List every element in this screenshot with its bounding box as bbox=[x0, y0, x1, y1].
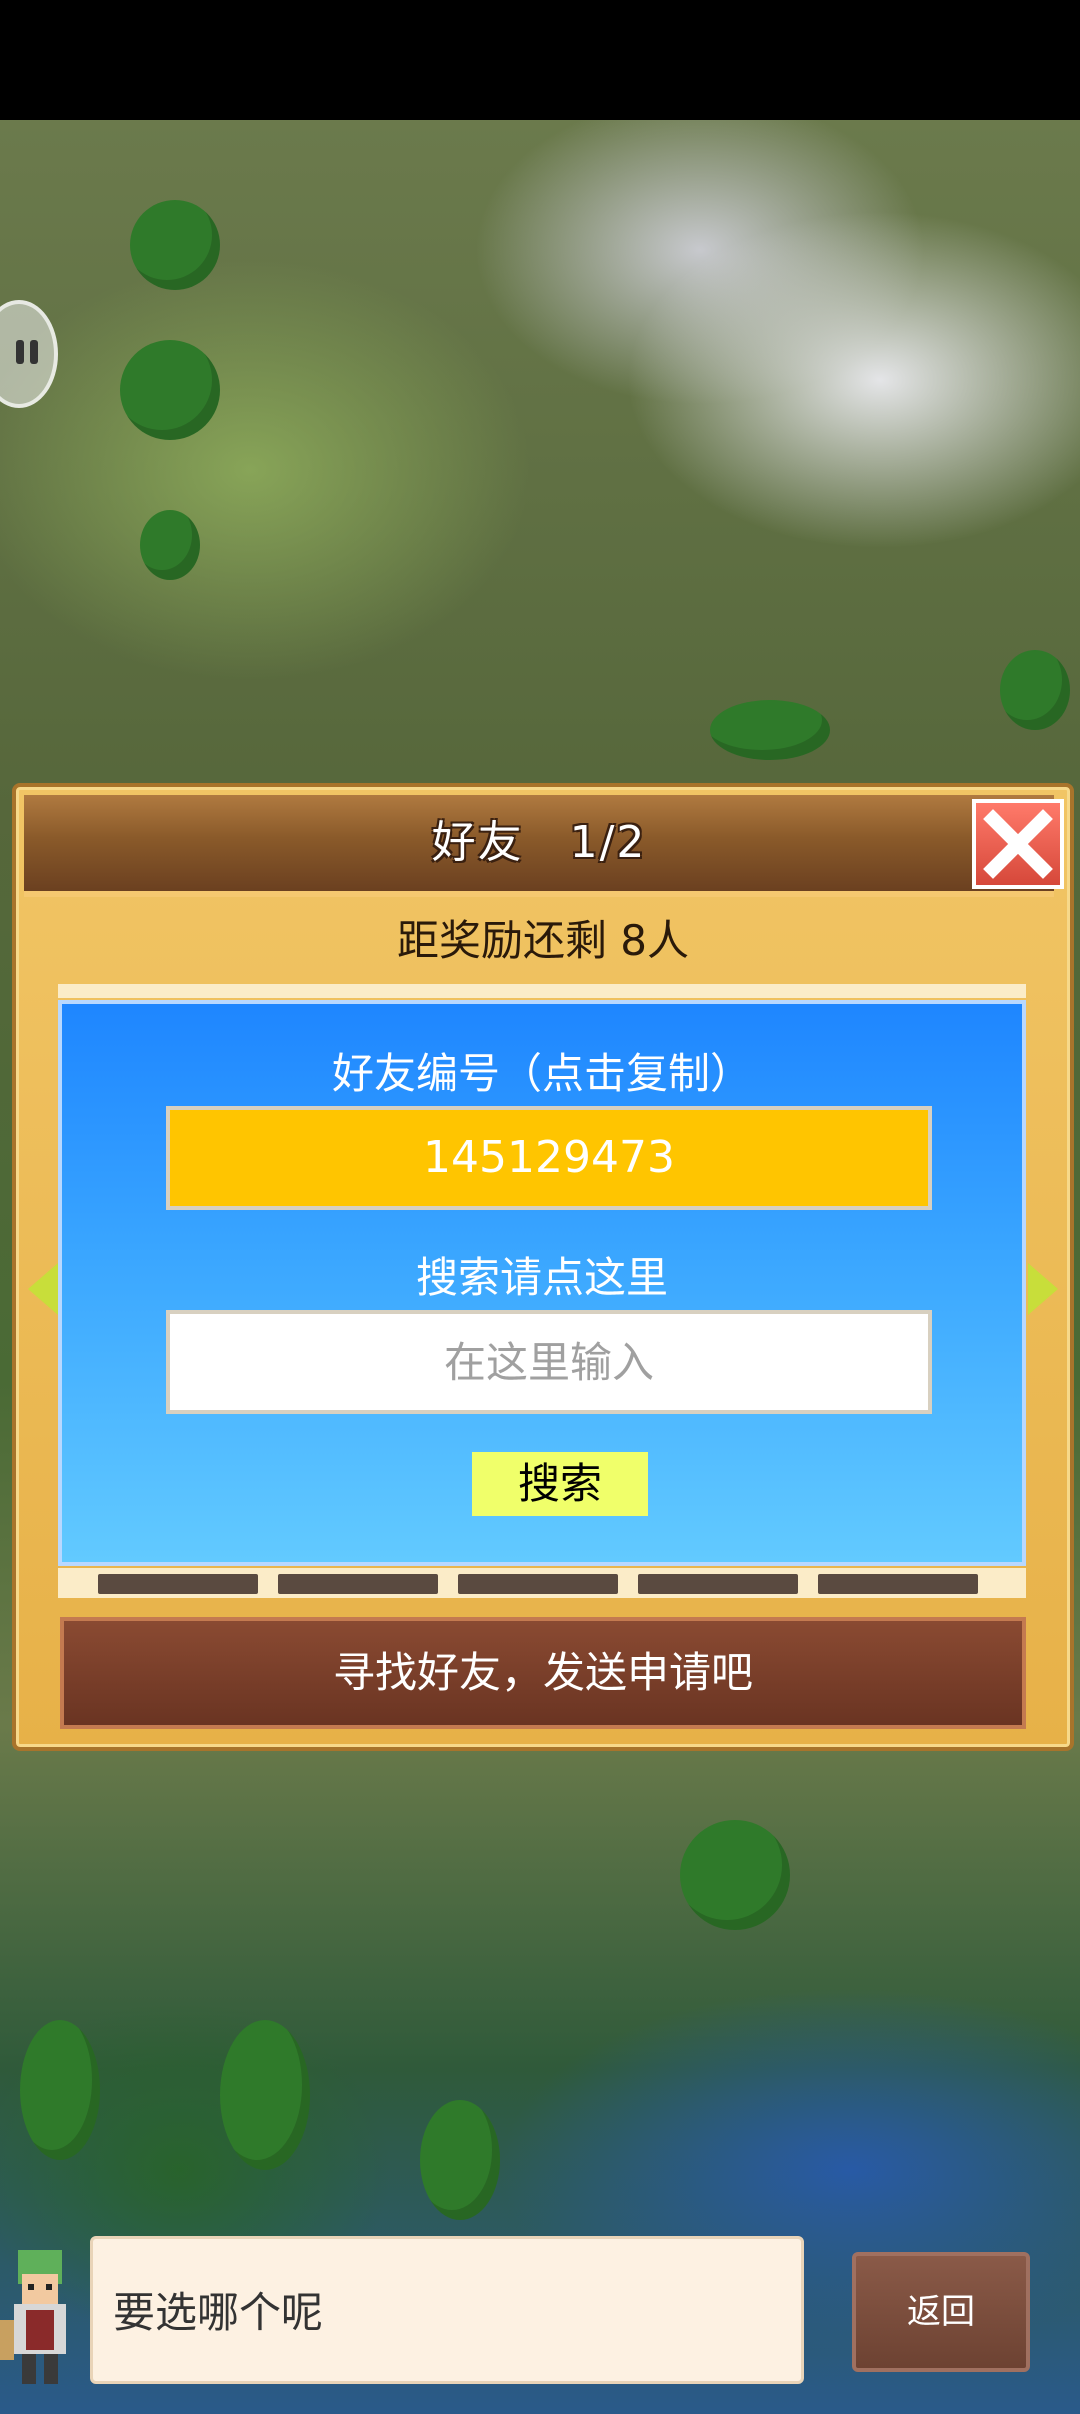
tree bbox=[130, 200, 220, 290]
pause-icon bbox=[16, 340, 24, 364]
character-avatar bbox=[0, 2240, 84, 2390]
find-friends-banner: 寻找好友，发送申请吧 bbox=[60, 1617, 1026, 1729]
tree bbox=[120, 340, 220, 440]
tree bbox=[140, 510, 200, 580]
page-tab[interactable] bbox=[98, 1574, 258, 1594]
friend-id-copy-button[interactable]: 145129473 bbox=[166, 1106, 932, 1210]
friends-dialog: 好友 1/2 距奖励还剩 8人 好友编号（点击复制） 145129473 搜索请… bbox=[12, 783, 1074, 1751]
speech-bubble: 要选哪个呢 bbox=[90, 2236, 804, 2384]
speech-text: 要选哪个呢 bbox=[113, 2288, 324, 2337]
page-tab[interactable] bbox=[638, 1574, 798, 1594]
dialog-title: 好友 1/2 bbox=[431, 817, 647, 868]
status-bar bbox=[0, 0, 1080, 120]
page-indicator-top bbox=[58, 984, 1026, 998]
search-label: 搜索请点这里 bbox=[415, 1253, 668, 1302]
friend-id-label: 好友编号（点击复制） bbox=[331, 1049, 752, 1098]
friend-search-input[interactable] bbox=[166, 1310, 932, 1414]
reward-remaining-text: 距奖励还剩 8人 bbox=[396, 916, 690, 965]
tree bbox=[710, 700, 830, 760]
tree bbox=[680, 1820, 790, 1930]
close-icon bbox=[983, 809, 1053, 879]
friend-panel: 好友编号（点击复制） 145129473 搜索请点这里 搜索 bbox=[58, 1000, 1026, 1566]
tree bbox=[1000, 650, 1070, 730]
dialog-header: 好友 1/2 bbox=[24, 795, 1064, 897]
tree bbox=[220, 2020, 310, 2170]
close-button[interactable] bbox=[972, 799, 1064, 889]
arrow-right-icon[interactable] bbox=[1028, 1263, 1058, 1315]
search-button[interactable]: 搜索 bbox=[472, 1452, 648, 1516]
back-button[interactable]: 返回 bbox=[852, 2252, 1030, 2372]
arrow-left-icon[interactable] bbox=[28, 1263, 58, 1315]
page-tab[interactable] bbox=[458, 1574, 618, 1594]
tree bbox=[20, 2020, 100, 2160]
page-tab[interactable] bbox=[278, 1574, 438, 1594]
page-tabs bbox=[58, 1568, 1026, 1598]
tree bbox=[420, 2100, 500, 2220]
page-tab[interactable] bbox=[818, 1574, 978, 1594]
